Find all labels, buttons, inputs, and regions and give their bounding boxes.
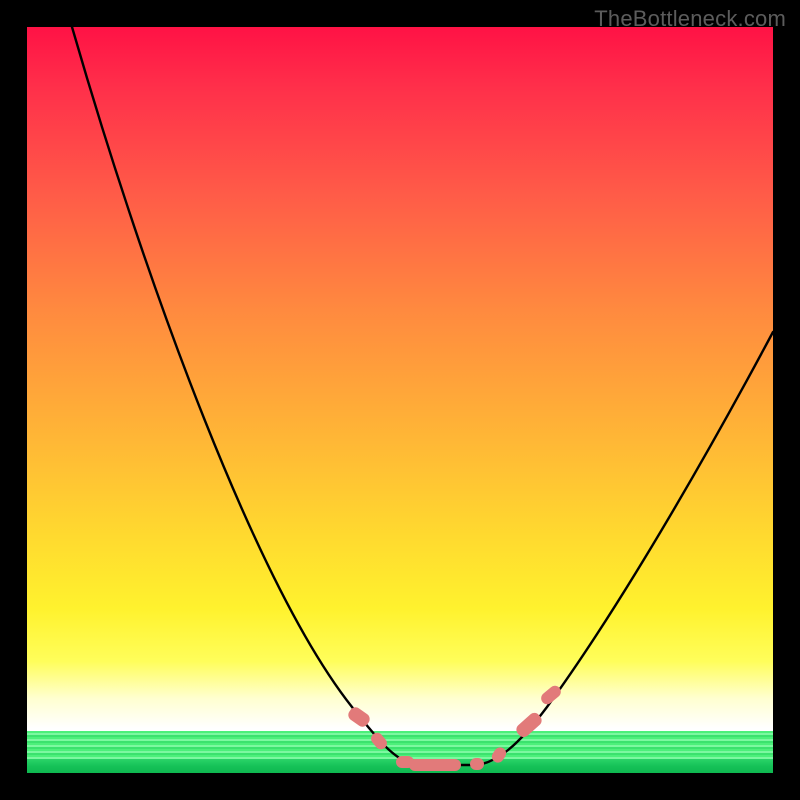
bottleneck-curve <box>72 27 773 765</box>
curve-marker <box>489 745 508 765</box>
curve-layer <box>27 27 773 773</box>
chart-frame: TheBottleneck.com <box>0 0 800 800</box>
marker-group <box>346 683 563 771</box>
plot-area <box>27 27 773 773</box>
curve-marker <box>470 758 484 770</box>
curve-marker <box>409 759 461 771</box>
